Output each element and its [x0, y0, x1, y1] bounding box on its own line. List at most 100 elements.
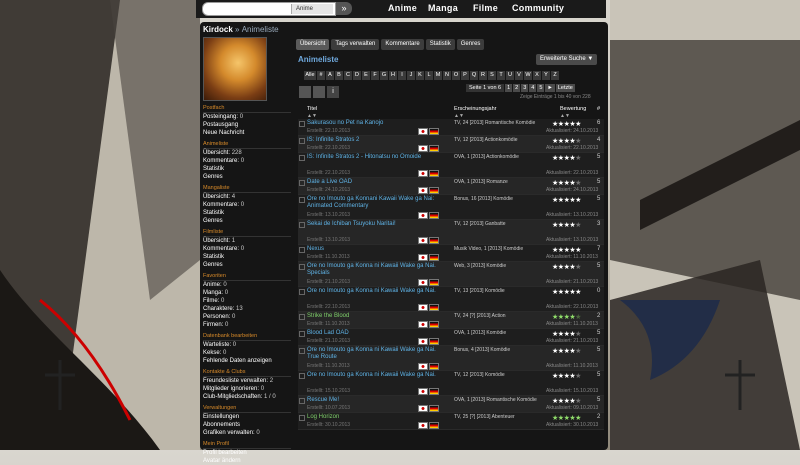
star-icon[interactable]: ★ [575, 222, 581, 229]
rating-stars[interactable]: ★★★★★ [552, 179, 581, 187]
page-4[interactable]: 4 [529, 84, 537, 92]
sidebar-link[interactable]: Avatar ändern [203, 457, 291, 465]
row-checkbox[interactable] [299, 289, 305, 295]
row-checkbox[interactable] [299, 264, 305, 270]
search-type-select[interactable]: Anime [291, 4, 333, 14]
rating-stars[interactable]: ★★★★★ [552, 120, 581, 128]
table-row[interactable]: Date a Live OAD Erstellt: 24.10.2013 OVA, … [298, 178, 604, 195]
anime-title-link[interactable]: Ore no Imouto ga Konna ni Kawaii Wake ga… [307, 263, 437, 277]
anime-title-link[interactable]: Blood Lad OAD [307, 330, 437, 337]
table-row[interactable]: Ore no Imouto ga Konna ni Kawaii Wake ga… [298, 287, 604, 312]
letter-filter-X[interactable]: X [533, 71, 541, 80]
letter-filter-Z[interactable]: Z [551, 71, 559, 80]
info-icon[interactable]: i [327, 86, 339, 98]
sidebar-link[interactable]: Statistik [203, 253, 291, 261]
letter-filter-B[interactable]: B [335, 71, 343, 80]
star-icon[interactable]: ★ [575, 264, 581, 271]
letter-filter-E[interactable]: E [362, 71, 370, 80]
anime-title-link[interactable]: Ore no Imouto ga Konna ni Kawaii Wake ga… [307, 347, 437, 361]
sidebar-link[interactable]: Statistik [203, 165, 291, 173]
letter-filter-Q[interactable]: Q [470, 71, 478, 80]
anime-title-link[interactable]: Strike the Blood [307, 313, 437, 320]
sidebar-link[interactable]: Kekse: 0 [203, 349, 291, 357]
letter-filter-N[interactable]: N [443, 71, 451, 80]
advanced-search-button[interactable]: Erweiterte Suche ▼ [536, 54, 598, 65]
table-row[interactable]: Ore no Imouto ga Konna ni Kawaii Wake ga… [298, 371, 604, 396]
row-checkbox[interactable] [299, 155, 305, 161]
letter-filter-V[interactable]: V [515, 71, 523, 80]
letter-filter-D[interactable]: D [353, 71, 361, 80]
anime-title-link[interactable]: Log Horizon [307, 414, 437, 421]
table-row[interactable]: Sakurasou no Pet na Kanojo Erstellt: 22.1… [298, 119, 604, 136]
nav-manga[interactable]: Manga [428, 3, 458, 13]
row-checkbox[interactable] [299, 121, 305, 127]
tab-genres[interactable]: Genres [456, 39, 485, 50]
letter-filter-W[interactable]: W [524, 71, 532, 80]
tab-uebersicht[interactable]: Übersicht [296, 39, 330, 50]
rating-stars[interactable]: ★★★★★ [552, 288, 581, 296]
sidebar-link[interactable]: Manga: 0 [203, 289, 291, 297]
table-row[interactable]: Rescue Me! Erstellt: 10.07.2013 OVA, 1 [20… [298, 396, 604, 413]
anime-title-link[interactable]: Sakurasou no Pet na Kanojo [307, 120, 437, 127]
letter-filter-I[interactable]: I [398, 71, 406, 80]
nav-community[interactable]: Community [512, 3, 564, 13]
letter-filter-Y[interactable]: Y [542, 71, 550, 80]
anime-title-link[interactable]: Date a Live OAD [307, 179, 437, 186]
header-rating[interactable]: Bewertung [560, 106, 586, 112]
row-checkbox[interactable] [299, 247, 305, 253]
row-checkbox[interactable] [299, 331, 305, 337]
sidebar-link[interactable]: Filme: 0 [203, 297, 291, 305]
letter-filter-O[interactable]: O [452, 71, 460, 80]
row-checkbox[interactable] [299, 197, 305, 203]
rating-stars[interactable]: ★★★★★ [552, 246, 581, 254]
letter-filter-S[interactable]: S [488, 71, 496, 80]
tab-statistik[interactable]: Statistik [425, 39, 455, 50]
nav-anime[interactable]: Anime [388, 3, 417, 13]
letter-filter-G[interactable]: G [380, 71, 388, 80]
rating-stars[interactable]: ★★★★★ [552, 372, 581, 380]
letter-filter-H[interactable]: H [389, 71, 397, 80]
letter-filter-R[interactable]: R [479, 71, 487, 80]
header-release[interactable]: Erscheinungsjahr [454, 106, 497, 112]
table-row[interactable]: Nexus Erstellt: 11.10.2013 Musik Video, 1 … [298, 245, 604, 262]
letter-filter-J[interactable]: J [407, 71, 415, 80]
list-view-icon[interactable] [313, 86, 325, 98]
star-icon[interactable]: ★ [575, 197, 581, 204]
letter-filter-A[interactable]: A [326, 71, 334, 80]
table-row[interactable]: Log Horizon Erstellt: 30.10.2013 TV, 25 [?… [298, 413, 604, 430]
rating-stars[interactable]: ★★★★★ [552, 313, 581, 321]
grid-view-icon[interactable] [299, 86, 311, 98]
sidebar-link[interactable]: Charaktere: 13 [203, 305, 291, 313]
sidebar-link[interactable]: Statistik [203, 209, 291, 217]
row-checkbox[interactable] [299, 348, 305, 354]
sidebar-link[interactable]: Warteliste: 0 [203, 341, 291, 349]
sidebar-link[interactable]: Genres [203, 261, 291, 269]
rating-stars[interactable]: ★★★★★ [552, 221, 581, 229]
rating-stars[interactable]: ★★★★★ [552, 263, 581, 271]
sidebar-link[interactable]: Abonnements [203, 421, 291, 429]
sidebar-link[interactable]: Übersicht: 4 [203, 193, 291, 201]
sidebar-link[interactable]: Kommentare: 0 [203, 157, 291, 165]
header-title[interactable]: Titel [307, 106, 317, 112]
letter-filter-all[interactable]: Alle [304, 71, 316, 80]
table-row[interactable]: IS: Infinite Stratos 2 Erstellt: 22.10.20… [298, 136, 604, 153]
anime-title-link[interactable]: Ore no Imouto ga Konnani Kawaii Wake ga … [307, 196, 437, 210]
table-row[interactable]: Ore no Imouto ga Konnani Kawaii Wake ga … [298, 195, 604, 220]
star-icon[interactable]: ★ [575, 289, 581, 296]
letter-filter-F[interactable]: F [371, 71, 379, 80]
star-icon[interactable]: ★ [575, 247, 581, 254]
tab-tags[interactable]: Tags verwalten [331, 39, 380, 50]
sidebar-link[interactable]: Personen: 0 [203, 313, 291, 321]
star-icon[interactable]: ★ [575, 314, 581, 321]
sidebar-link[interactable]: Einstellungen [203, 413, 291, 421]
star-icon[interactable]: ★ [575, 373, 581, 380]
anime-title-link[interactable]: IS: Infinite Stratos 2 - Hitonatsu no Om… [307, 154, 437, 161]
row-checkbox[interactable] [299, 222, 305, 228]
sidebar-link[interactable]: Kommentare: 0 [203, 201, 291, 209]
sidebar-link[interactable]: Posteingang: 0 [203, 113, 291, 121]
star-icon[interactable]: ★ [575, 331, 581, 338]
sidebar-link[interactable]: Fehlende Daten anzeigen [203, 357, 291, 365]
sidebar-link[interactable]: Anime: 0 [203, 281, 291, 289]
table-row[interactable]: Ore no Imouto ga Konna ni Kawaii Wake ga… [298, 346, 604, 371]
next-page-button[interactable]: ► [545, 84, 555, 92]
